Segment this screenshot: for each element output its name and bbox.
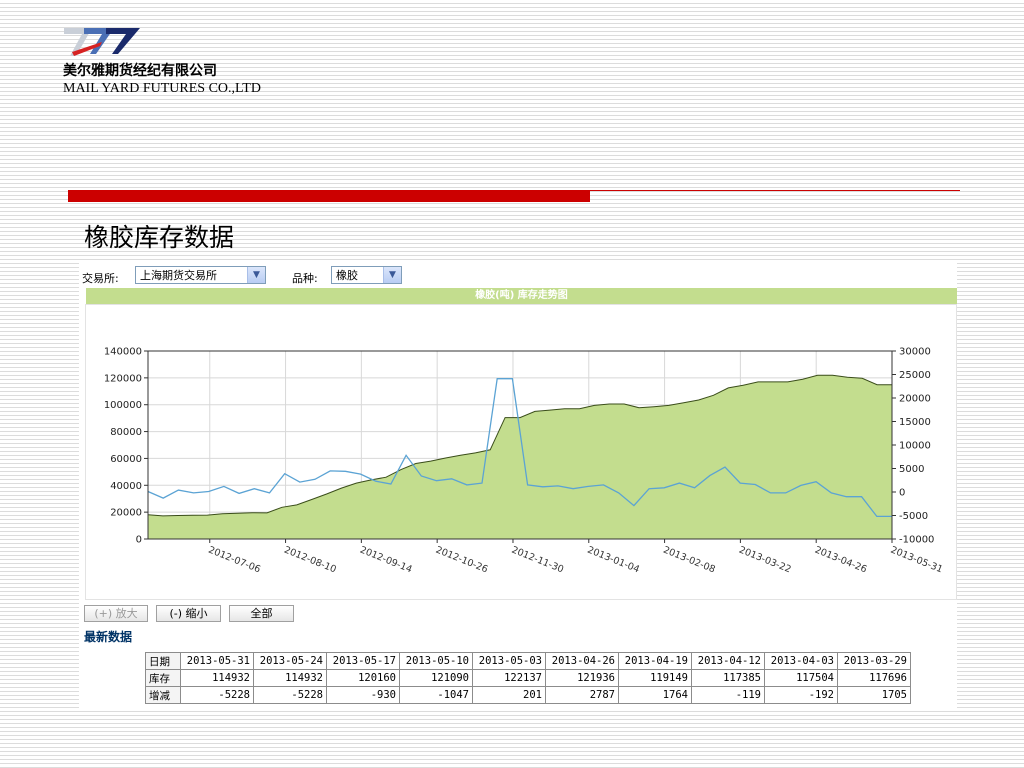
date-cell: 2013-05-03: [472, 652, 546, 670]
y-right-tick-label: 0: [899, 488, 905, 499]
stock-cell: 114932: [253, 669, 327, 687]
product-select[interactable]: 橡胶 ▼: [331, 266, 402, 284]
y-right-tick-label: -10000: [899, 535, 934, 546]
date-cell: 2013-04-12: [691, 652, 765, 670]
change-cell: 1764: [618, 686, 692, 704]
change-cell: -192: [764, 686, 838, 704]
y-left-tick-label: 0: [136, 535, 142, 546]
change-cell: -5228: [180, 686, 254, 704]
y-right-tick-label: 15000: [899, 417, 931, 428]
product-select-value: 橡胶: [336, 269, 358, 282]
title-divider-bar: [68, 190, 590, 202]
y-right-tick-label: 25000: [899, 370, 931, 381]
stock-cell: 117504: [764, 669, 838, 687]
stock-cell: 120160: [326, 669, 400, 687]
x-tick-label: 2013-01-04: [586, 545, 641, 576]
y-left-tick-label: 20000: [110, 508, 142, 519]
date-cell: 2013-05-17: [326, 652, 400, 670]
inventory-panel: 交易所: 上海期货交易所 ▼ 品种: 橡胶 ▼ 橡胶(吨) 库存走势图 2012…: [79, 262, 957, 708]
y-right-tick-label: 5000: [899, 464, 924, 475]
change-cell: -5228: [253, 686, 327, 704]
company-name-english: MAIL YARD FUTURES CO.,LTD: [63, 81, 261, 96]
x-tick-label: 2012-10-26: [434, 545, 489, 576]
y-right-tick-label: 20000: [899, 394, 931, 405]
zoom-out-button[interactable]: (-) 缩小: [156, 605, 221, 622]
chevron-down-icon[interactable]: ▼: [247, 267, 265, 283]
date-cell: 2013-03-29: [837, 652, 911, 670]
x-tick-label: 2012-07-06: [207, 545, 262, 576]
y-left-tick-label: 40000: [110, 481, 142, 492]
date-cell: 2013-04-03: [764, 652, 838, 670]
table-row-change: 增减 -5228 -5228 -930 -1047 201 2787 1764 …: [145, 686, 911, 704]
company-name-chinese: 美尔雅期货经纪有限公司: [63, 63, 217, 79]
change-cell: -930: [326, 686, 400, 704]
product-label: 品种:: [292, 272, 318, 285]
exchange-select[interactable]: 上海期货交易所 ▼: [135, 266, 266, 284]
zoom-in-button[interactable]: (+) 放大: [84, 605, 148, 622]
x-tick-label: 2013-05-31: [889, 545, 944, 576]
latest-data-table: 日期 2013-05-31 2013-05-24 2013-05-17 2013…: [145, 652, 911, 704]
inventory-chart: 2012-07-06 2012-08-10 2012-09-14 2012-10-26…: [104, 347, 944, 576]
stock-cell: 121090: [399, 669, 473, 687]
company-logo-icon: [64, 28, 140, 56]
y-left-tick-label: 60000: [110, 454, 142, 465]
date-cell: 2013-04-26: [545, 652, 619, 670]
x-tick-label: 2012-09-14: [358, 545, 413, 576]
stock-cell: 119149: [618, 669, 692, 687]
date-cell: 2013-05-10: [399, 652, 473, 670]
date-cell: 2013-04-19: [618, 652, 692, 670]
stock-cell: 117696: [837, 669, 911, 687]
stock-cell: 122137: [472, 669, 546, 687]
change-cell: -119: [691, 686, 765, 704]
date-cell: 2013-05-31: [180, 652, 254, 670]
page-title: 橡胶库存数据: [84, 223, 235, 252]
y-left-tick-label: 80000: [110, 427, 142, 438]
chart-frame: 2012-07-06 2012-08-10 2012-09-14 2012-10-26…: [85, 304, 957, 600]
inventory-area: [148, 375, 892, 539]
x-tick-label: 2013-02-08: [661, 545, 716, 576]
table-row-dates: 日期 2013-05-31 2013-05-24 2013-05-17 2013…: [145, 652, 911, 670]
row-label-date: 日期: [145, 652, 181, 670]
x-tick-label: 2013-04-26: [813, 545, 868, 576]
date-cell: 2013-05-24: [253, 652, 327, 670]
row-label-change: 增减: [145, 686, 181, 704]
change-cell: 1705: [837, 686, 911, 704]
y-left-tick-label: 120000: [104, 373, 142, 384]
stock-cell: 117385: [691, 669, 765, 687]
y-left-tick-label: 140000: [104, 347, 142, 358]
change-cell: -1047: [399, 686, 473, 704]
y-left-tick-label: 100000: [104, 400, 142, 411]
x-tick-label: 2012-08-10: [282, 545, 337, 576]
table-row-stock: 库存 114932 114932 120160 121090 122137 12…: [145, 669, 911, 687]
latest-data-label: 最新数据: [84, 630, 133, 644]
stock-cell: 121936: [545, 669, 619, 687]
change-cell: 201: [472, 686, 546, 704]
x-tick-label: 2012-11-30: [510, 545, 565, 576]
y-right-tick-label: 10000: [899, 441, 931, 452]
exchange-select-value: 上海期货交易所: [140, 269, 217, 282]
chevron-down-icon[interactable]: ▼: [383, 267, 401, 283]
change-cell: 2787: [545, 686, 619, 704]
chart-title-bar: 橡胶(吨) 库存走势图: [86, 288, 957, 304]
stock-cell: 114932: [180, 669, 254, 687]
y-right-tick-label: 30000: [899, 347, 931, 358]
title-divider-line: [590, 190, 960, 191]
x-tick-label: 2013-03-22: [737, 545, 792, 576]
y-right-tick-label: -5000: [899, 511, 928, 522]
exchange-label: 交易所:: [82, 272, 119, 285]
row-label-stock: 库存: [145, 669, 181, 687]
show-all-button[interactable]: 全部: [229, 605, 294, 622]
